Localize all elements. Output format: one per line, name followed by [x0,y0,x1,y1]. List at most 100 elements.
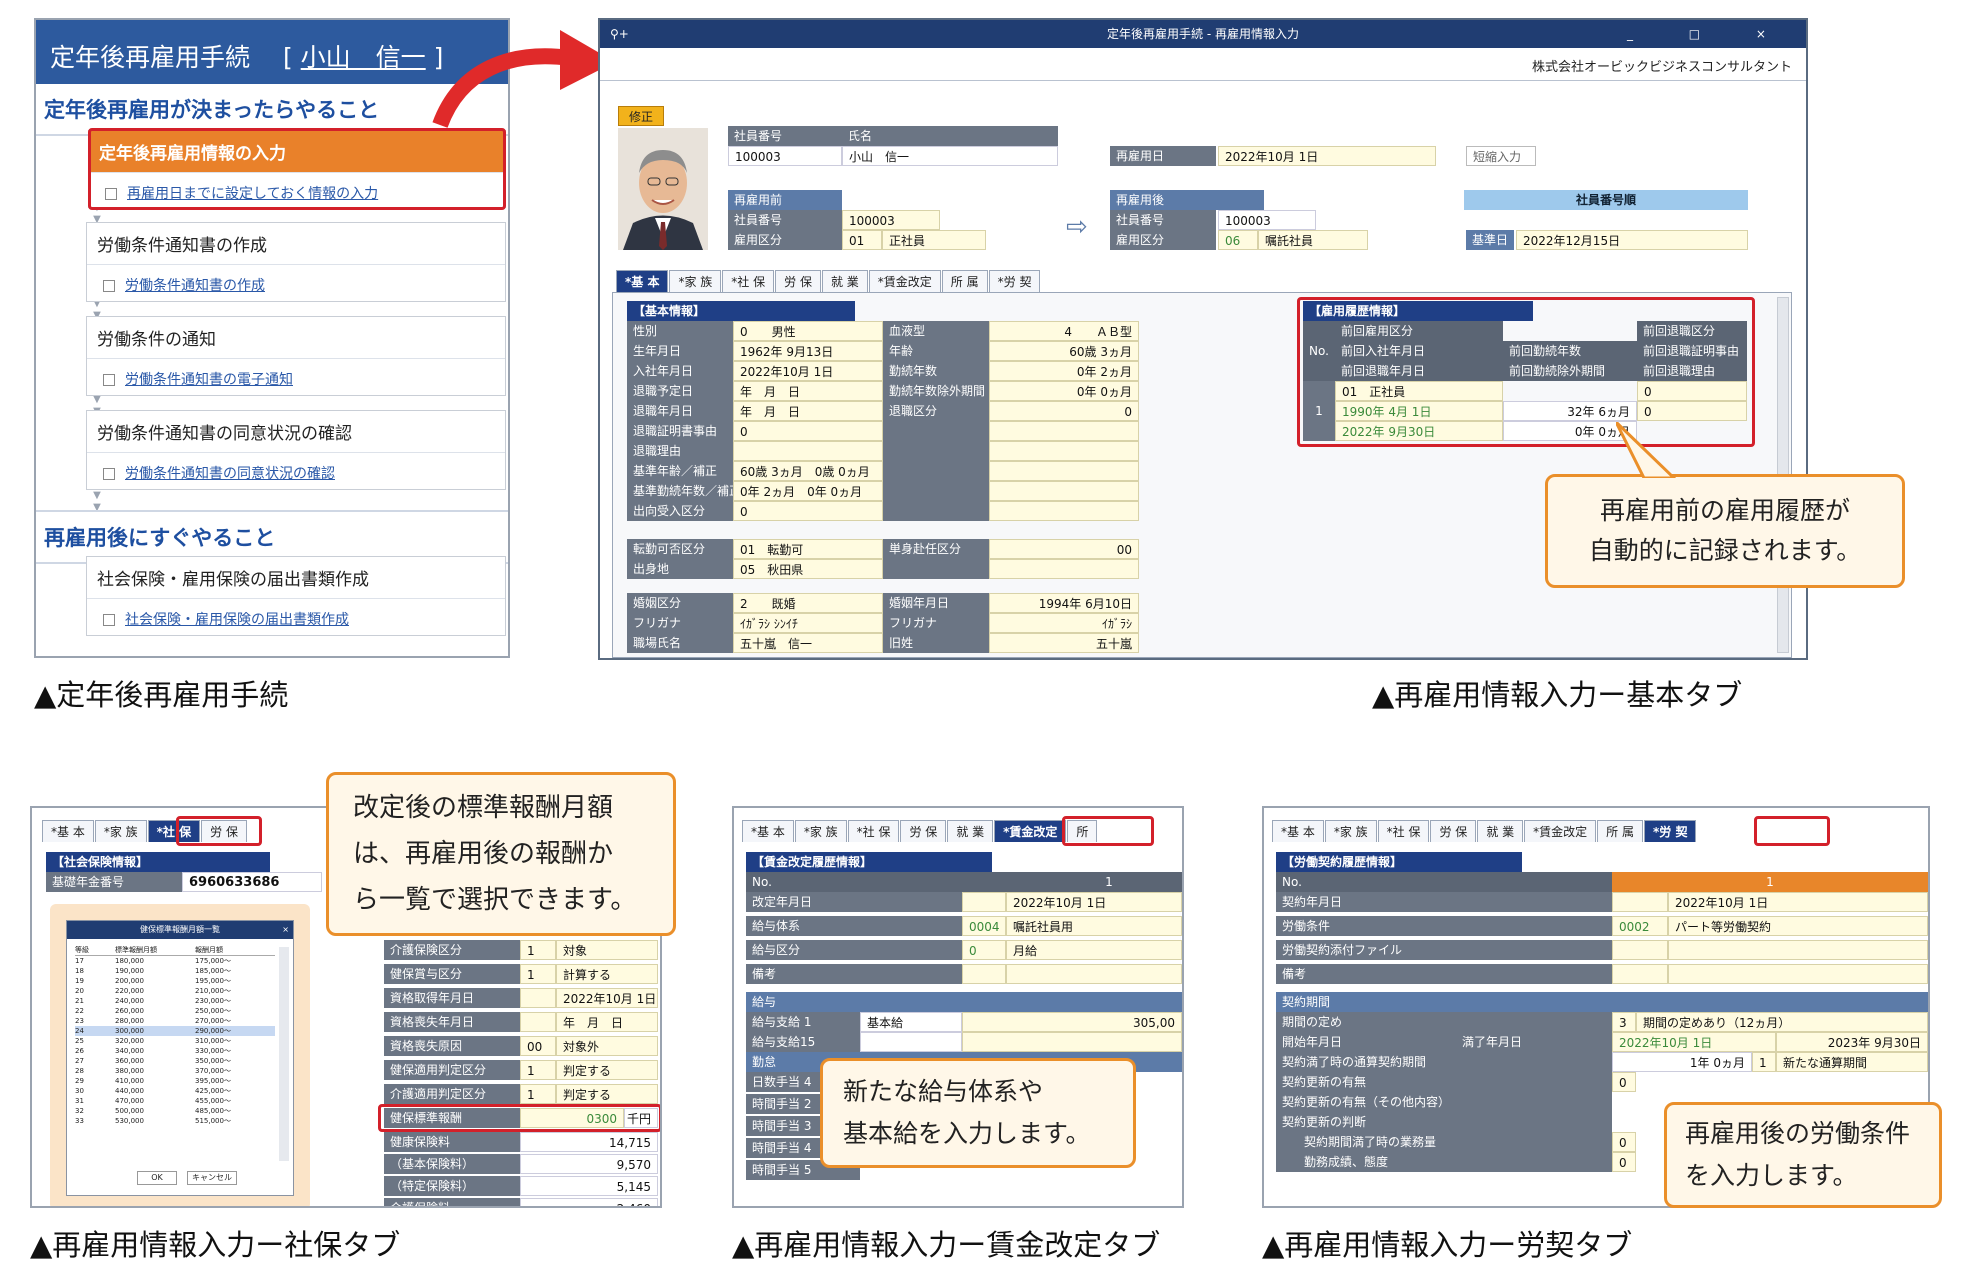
field-value[interactable]: 五十嵐 信一 [733,633,883,653]
field-value[interactable]: 4 ＡＢ型 [989,321,1139,341]
field-value[interactable]: ｲｶﾞﾗｼ ｼﾝｲﾁ [733,613,883,633]
tab-basic[interactable]: *基 本 [42,820,94,842]
checkbox[interactable] [103,374,115,386]
field-value[interactable]: 1962年 9月13日 [733,341,883,361]
tab-family[interactable]: *家 族 [669,270,722,292]
field-value[interactable] [989,441,1139,461]
field-value[interactable] [989,461,1139,481]
popup-table-row[interactable]: 24 300,000 290,000～ [75,1026,275,1036]
tab-social[interactable]: *社 保 [1377,820,1430,842]
field-code[interactable]: 1 [520,940,556,960]
field-code[interactable]: 0002 [1612,916,1668,936]
field-code[interactable] [962,964,1006,984]
field-value[interactable]: 1994年 6月10日 [989,593,1139,613]
renew-value[interactable]: 0 [1612,1072,1636,1092]
emp-no-field[interactable]: 100003 [728,146,842,166]
emp-no-order-button[interactable]: 社員番号順 [1464,190,1748,210]
popup-table-row[interactable]: 30 440,000 425,000～ [75,1086,275,1096]
popup-table-row[interactable]: 18 190,000 185,000～ [75,966,275,976]
tab-labor-ins[interactable]: 労 保 [1430,820,1477,842]
tab-social[interactable]: *社 保 [847,820,900,842]
field-value[interactable]: 00 [989,539,1139,559]
window-controls[interactable]: _ □ × [1627,20,1792,48]
field-code[interactable]: 0 [962,940,1006,960]
field-value[interactable] [989,421,1139,441]
popup-close-icon[interactable]: × [282,921,289,939]
step-link[interactable]: 労働条件通知書の電子通知 [87,359,505,399]
tab-contract[interactable]: *労 契 [1643,820,1697,842]
field-code[interactable]: 0004 [962,916,1006,936]
base-date-field[interactable]: 2022年12月15日 [1516,230,1748,250]
employee-name-link[interactable]: 小山 信一 [301,43,426,72]
field-value[interactable]: 0年 2ヵ月 0年 0ヵ月 [733,481,883,501]
tab-wage[interactable]: *賃金改定 [868,270,941,292]
checkbox[interactable] [103,468,115,480]
judge-value-1[interactable]: 0 [1612,1132,1636,1152]
field-value[interactable] [989,481,1139,501]
step-link[interactable]: 労働条件通知書の作成 [87,265,505,305]
field-value[interactable]: 2 既婚 [733,593,883,613]
judge-value-2[interactable]: 0 [1612,1152,1636,1172]
popup-table-row[interactable]: 31 470,000 455,000～ [75,1096,275,1106]
popup-scrollbar[interactable] [279,947,289,1161]
tab-dept[interactable]: 所 属 [941,270,988,292]
popup-table-row[interactable]: 20 220,000 210,000～ [75,986,275,996]
before-emp-no[interactable]: 100003 [842,210,940,230]
field-value[interactable]: 05 秋田県 [733,559,883,579]
field-value[interactable] [989,501,1139,521]
tab-basic[interactable]: *基 本 [1272,820,1324,842]
field-code[interactable]: 1 [520,1060,556,1080]
popup-table-row[interactable]: 32 500,000 485,000～ [75,1106,275,1116]
field-value[interactable]: 01 転勤可 [733,539,883,559]
tab-social[interactable]: *社 保 [722,270,775,292]
field-value[interactable]: 0 [733,501,883,521]
after-emp-no[interactable]: 100003 [1218,210,1316,230]
term-code[interactable]: 1 [1752,1052,1776,1072]
end-value[interactable]: 2023年 9月30日 [1776,1032,1928,1052]
tab-labor-ins[interactable]: 労 保 [900,820,947,842]
emp-name-field[interactable]: 小山 信一 [842,146,1058,166]
popup-table-row[interactable]: 22 260,000 250,000～ [75,1006,275,1016]
field-value[interactable]: 60歳 3ヵ月 0歳 0ヵ月 [733,461,883,481]
field-code[interactable] [520,988,556,1008]
field-value[interactable]: 60歳 3ヵ月 [989,341,1139,361]
tab-basic[interactable]: *基 本 [616,270,669,292]
tab-work[interactable]: 就 業 [1477,820,1524,842]
field-code[interactable] [1612,940,1668,960]
pension-no[interactable]: 6960633686 [182,872,322,892]
field-value[interactable]: 0 [733,421,883,441]
tab-work[interactable]: 就 業 [947,820,994,842]
tab-labor-ins[interactable]: 労 保 [775,270,821,292]
field-value[interactable]: 年 月 日 [733,401,883,421]
field-code[interactable]: 1 [520,964,556,984]
field-code[interactable]: 1 [520,1084,556,1104]
step-link[interactable]: 労働条件通知書の同意状況の確認 [87,453,505,493]
popup-table-row[interactable]: 17 180,000 175,000～ [75,956,275,966]
popup-cancel-button[interactable]: キャンセル [187,1171,237,1185]
field-value[interactable]: 0年 0ヵ月 [989,381,1139,401]
popup-ok-button[interactable]: OK [137,1171,177,1185]
tab-family[interactable]: *家 族 [794,820,847,842]
field-value[interactable]: 2022年10月 1日 [733,361,883,381]
rehire-date-field[interactable]: 2022年10月 1日 [1218,146,1436,166]
tab-wage[interactable]: *賃金改定 [994,820,1067,842]
checkbox[interactable] [103,614,115,626]
popup-table-row[interactable]: 27 360,000 350,000～ [75,1056,275,1066]
tab-dept[interactable]: 所 属 [1597,820,1643,842]
popup-table-row[interactable]: 21 240,000 230,000～ [75,996,275,1006]
before-class-code[interactable]: 01 [842,230,882,250]
tab-work[interactable]: 就 業 [821,270,868,292]
after-class-code[interactable]: 06 [1218,230,1258,250]
field-code[interactable] [1612,892,1668,912]
tab-wage[interactable]: *賃金改定 [1524,820,1597,842]
field-value[interactable]: 0 男性 [733,321,883,341]
period-code[interactable]: 3 [1612,1012,1636,1032]
popup-table-row[interactable]: 33 530,000 515,000～ [75,1116,275,1126]
field-value[interactable] [733,441,883,461]
field-value[interactable]: 0 [989,401,1139,421]
short-input-button[interactable]: 短縮入力 [1466,146,1536,166]
field-code[interactable] [520,1012,556,1032]
field-value[interactable]: 0年 2ヵ月 [989,361,1139,381]
field-value[interactable]: 年 月 日 [733,381,883,401]
field-value[interactable]: ｲｶﾞﾗｼ [989,613,1139,633]
